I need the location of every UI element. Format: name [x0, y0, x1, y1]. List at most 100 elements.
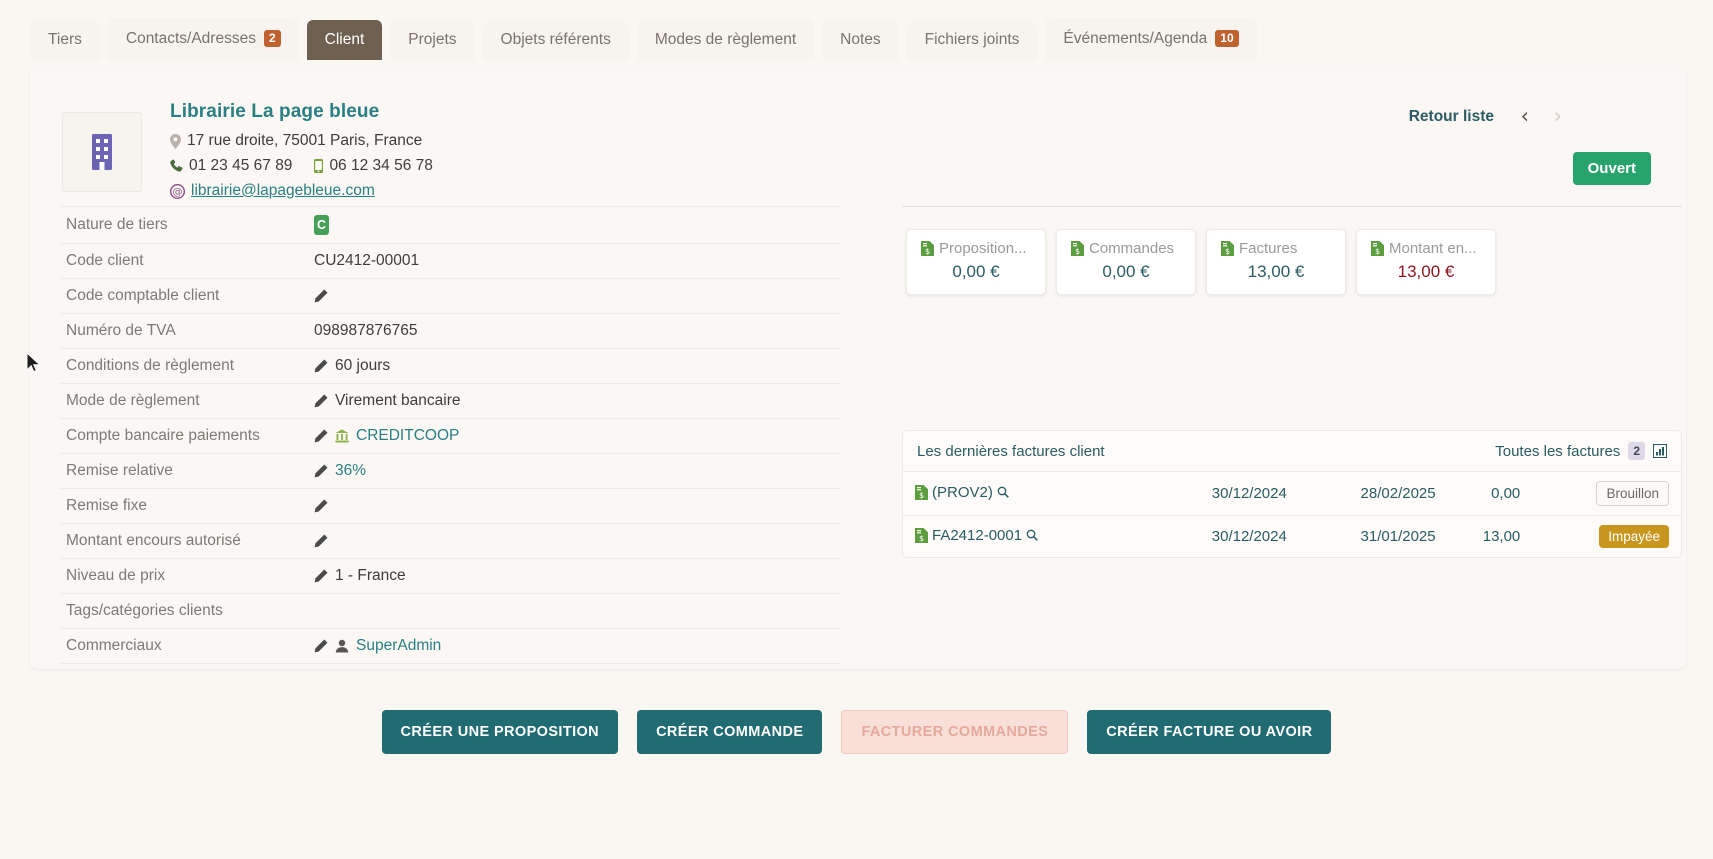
email-line: @ librairie@lapagebleue.com	[170, 182, 433, 200]
detail-label: Montant encours autorisé	[66, 532, 241, 549]
detail-value: 098987876765	[314, 322, 418, 339]
stat-card-amount: 13,00 €	[1397, 262, 1455, 281]
edit-pencil-icon[interactable]	[314, 429, 328, 443]
invoice-count-badge: 2	[1628, 442, 1645, 460]
detail-value: Virement bancaire	[335, 392, 461, 409]
detail-value-cell: 1 - France	[310, 559, 840, 594]
svg-text:$: $	[1375, 247, 1380, 256]
detail-row: Commerciaux SuperAdmin	[60, 629, 840, 664]
preview-magnifier-icon[interactable]	[1026, 529, 1038, 541]
at-sign-icon: @	[170, 183, 185, 199]
edit-pencil-icon[interactable]	[314, 464, 328, 478]
tab-tiers[interactable]: Tiers	[30, 19, 100, 61]
stat-card[interactable]: $ Proposition... 0,00 €	[906, 229, 1046, 295]
svg-text:$: $	[919, 491, 924, 500]
preview-magnifier-icon[interactable]	[997, 486, 1009, 498]
detail-value-cell: Virement bancaire	[310, 384, 840, 419]
action-cr-er-une-proposition[interactable]: Créer une proposition	[381, 710, 619, 754]
invoice-doc-icon: $	[921, 241, 934, 256]
svg-text:$: $	[1225, 247, 1230, 256]
detail-label: Remise relative	[66, 462, 173, 479]
tab-label: Contacts/Adresses	[125, 29, 256, 47]
svg-text:@: @	[173, 187, 183, 198]
back-to-list-link[interactable]: Retour liste	[1409, 108, 1494, 126]
edit-pencil-icon[interactable]	[314, 289, 328, 303]
stat-card-header: $ Commandes	[1071, 240, 1181, 257]
stat-card-header: $ Proposition...	[921, 240, 1031, 257]
detail-value-cell	[310, 489, 840, 524]
detail-value[interactable]: CREDITCOOP	[356, 427, 459, 445]
detail-label: Tags/catégories clients	[66, 602, 223, 619]
stat-card-header: $ Montant en...	[1371, 240, 1481, 257]
stat-card[interactable]: $ Factures 13,00 €	[1206, 229, 1346, 295]
invoice-amount: 13,00	[1441, 515, 1527, 557]
invoice-status-badge: Brouillon	[1596, 481, 1669, 506]
invoice-doc-icon: $	[1221, 241, 1234, 256]
tab-label: Client	[324, 30, 365, 48]
action-cr-er-commande[interactable]: Créer commande	[637, 710, 823, 754]
building-icon	[87, 132, 117, 172]
detail-label: Compte bancaire paiements	[66, 427, 260, 444]
stat-card[interactable]: $ Commandes 0,00 €	[1056, 229, 1196, 295]
edit-pencil-icon[interactable]	[314, 359, 328, 373]
detail-value-cell: C	[310, 207, 840, 244]
client-details-table: Nature de tiers C Code client CU2412-00001 C…	[60, 206, 840, 664]
edit-pencil-icon[interactable]	[314, 534, 328, 548]
tab-bar: Tiers Contacts/Adresses 2 Client Projets Obje…	[30, 18, 1257, 61]
tab-label: Événements/Agenda	[1063, 29, 1208, 47]
invoice-due-date: 31/01/2025	[1292, 515, 1442, 557]
tab-modes-de-r-glement[interactable]: Modes de règlement	[636, 19, 815, 61]
detail-value-wrap: 098987876765	[314, 322, 836, 340]
email-link[interactable]: librairie@lapagebleue.com	[191, 182, 375, 200]
tab-label: Tiers	[48, 30, 82, 48]
tab-notes[interactable]: Notes	[822, 19, 899, 61]
tab-projets[interactable]: Projets	[390, 19, 475, 61]
tab-v-nements-agenda[interactable]: Événements/Agenda 10	[1045, 18, 1257, 61]
invoice-ref-link[interactable]: $ (PROV2)	[915, 484, 1009, 501]
action-cr-er-facture-ou-avoir[interactable]: Créer facture ou avoir	[1087, 710, 1332, 754]
detail-row: Mode de règlement Virement bancaire	[60, 384, 840, 419]
invoice-table: $ (PROV2) 30/12/2024 28/02/2025 0,00 Brouillo…	[903, 472, 1681, 557]
detail-row: Niveau de prix 1 - France	[60, 559, 840, 594]
tab-contacts-adresses[interactable]: Contacts/Adresses 2	[107, 18, 299, 61]
stat-card[interactable]: $ Montant en... 13,00 €	[1356, 229, 1496, 295]
invoice-ref-cell: $ (PROV2)	[903, 472, 1144, 516]
status-badge[interactable]: Ouvert	[1572, 152, 1651, 185]
tab-label: Projets	[408, 30, 457, 48]
detail-value: 60 jours	[335, 357, 391, 374]
summary-column: $ Proposition... 0,00 € $ Commandes 0,00 € $ Fa…	[902, 206, 1682, 309]
address-line: 17 rue droite, 75001 Paris, France	[170, 132, 433, 150]
detail-row: Remise relative 36%	[60, 454, 840, 489]
invoice-row: $ FA2412-0001 30/12/2024 31/01/2025 13,00 Imp…	[903, 515, 1681, 557]
detail-value-wrap: SuperAdmin	[314, 637, 836, 655]
invoice-amount: 0,00	[1491, 485, 1521, 502]
edit-pencil-icon[interactable]	[314, 499, 328, 513]
chart-icon[interactable]	[1653, 444, 1667, 458]
edit-pencil-icon[interactable]	[314, 394, 328, 408]
detail-value: 1 - France	[335, 567, 406, 584]
svg-text:$: $	[1075, 247, 1080, 256]
tab-badge: 10	[1215, 30, 1239, 48]
customer-type-badge: C	[314, 215, 329, 235]
invoice-ref-cell: $ FA2412-0001	[903, 515, 1145, 557]
detail-value[interactable]: SuperAdmin	[356, 637, 441, 655]
tab-objets-r-f-rents[interactable]: Objets référents	[482, 19, 629, 61]
detail-row: Numéro de TVA 098987876765	[60, 314, 840, 349]
stat-card-title: Factures	[1239, 240, 1298, 257]
mobile-text: 06 12 34 56 78	[329, 157, 433, 174]
detail-value[interactable]: 36%	[335, 462, 366, 480]
detail-value-cell: CREDITCOOP	[310, 419, 840, 454]
detail-value-cell: 36%	[310, 454, 840, 489]
edit-pencil-icon[interactable]	[314, 569, 328, 583]
previous-record-icon[interactable]: ‹	[1521, 104, 1529, 128]
tab-client[interactable]: Client	[306, 19, 383, 61]
invoice-ref-link[interactable]: $ FA2412-0001	[915, 527, 1038, 544]
detail-value-cell: 60 jours	[310, 349, 840, 384]
detail-value-cell	[310, 594, 840, 629]
invoice-row: $ (PROV2) 30/12/2024 28/02/2025 0,00 Brouillo…	[903, 472, 1681, 516]
next-record-icon[interactable]: ›	[1554, 104, 1562, 128]
all-invoices-link[interactable]: Toutes les factures 2	[1495, 442, 1667, 460]
tab-fichiers-joints[interactable]: Fichiers joints	[906, 19, 1038, 61]
detail-label: Mode de règlement	[66, 392, 200, 409]
edit-pencil-icon[interactable]	[314, 639, 328, 653]
